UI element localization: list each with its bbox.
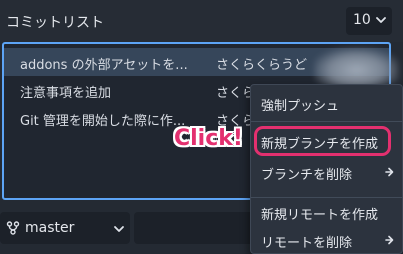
menu-item-label: リモートを削除 xyxy=(261,236,353,251)
commit-list-title: コミットリスト xyxy=(6,15,104,31)
branch-select[interactable]: master xyxy=(0,212,130,244)
branch-name: master xyxy=(25,220,75,236)
menu-divider xyxy=(251,121,403,122)
menu-item-delete-branch[interactable]: ブランチを削除 xyxy=(251,158,403,186)
menu-item-create-remote[interactable]: 新規リモートを作成 xyxy=(251,198,403,226)
commit-author: さくらくらうど xyxy=(216,58,308,73)
menu-item-label: ブランチを削除 xyxy=(261,168,353,183)
chevron-down-icon xyxy=(114,226,124,232)
menu-item-delete-remote[interactable]: リモートを削除 xyxy=(251,226,403,254)
chevron-right-icon xyxy=(385,167,394,177)
menu-item-force-push[interactable]: 強制プッシュ xyxy=(251,89,403,117)
commit-count-select[interactable]: 10 xyxy=(346,7,392,35)
highlight-ring xyxy=(254,126,391,156)
commit-message: addons の外部アセットを... xyxy=(20,58,188,73)
menu-item-label: 新規リモートを作成 xyxy=(261,208,379,223)
context-menu: 強制プッシュ 新規ブランチを作成 ブランチを削除 新規リモートを作成 リモートを… xyxy=(250,84,403,254)
commit-list-header: コミットリスト 10 xyxy=(0,0,403,42)
commit-message: 注意事項を追加 xyxy=(20,86,112,101)
commit-message: Git 管理を開始した際に作... xyxy=(20,114,186,129)
menu-item-label: 強制プッシュ xyxy=(261,99,340,114)
git-branch-icon xyxy=(6,221,20,235)
chevron-right-icon xyxy=(385,235,394,245)
bottom-field[interactable] xyxy=(134,212,258,244)
commit-count-value: 10 xyxy=(353,12,371,28)
click-callout: Click! xyxy=(174,126,243,151)
chevron-down-icon xyxy=(376,17,386,23)
